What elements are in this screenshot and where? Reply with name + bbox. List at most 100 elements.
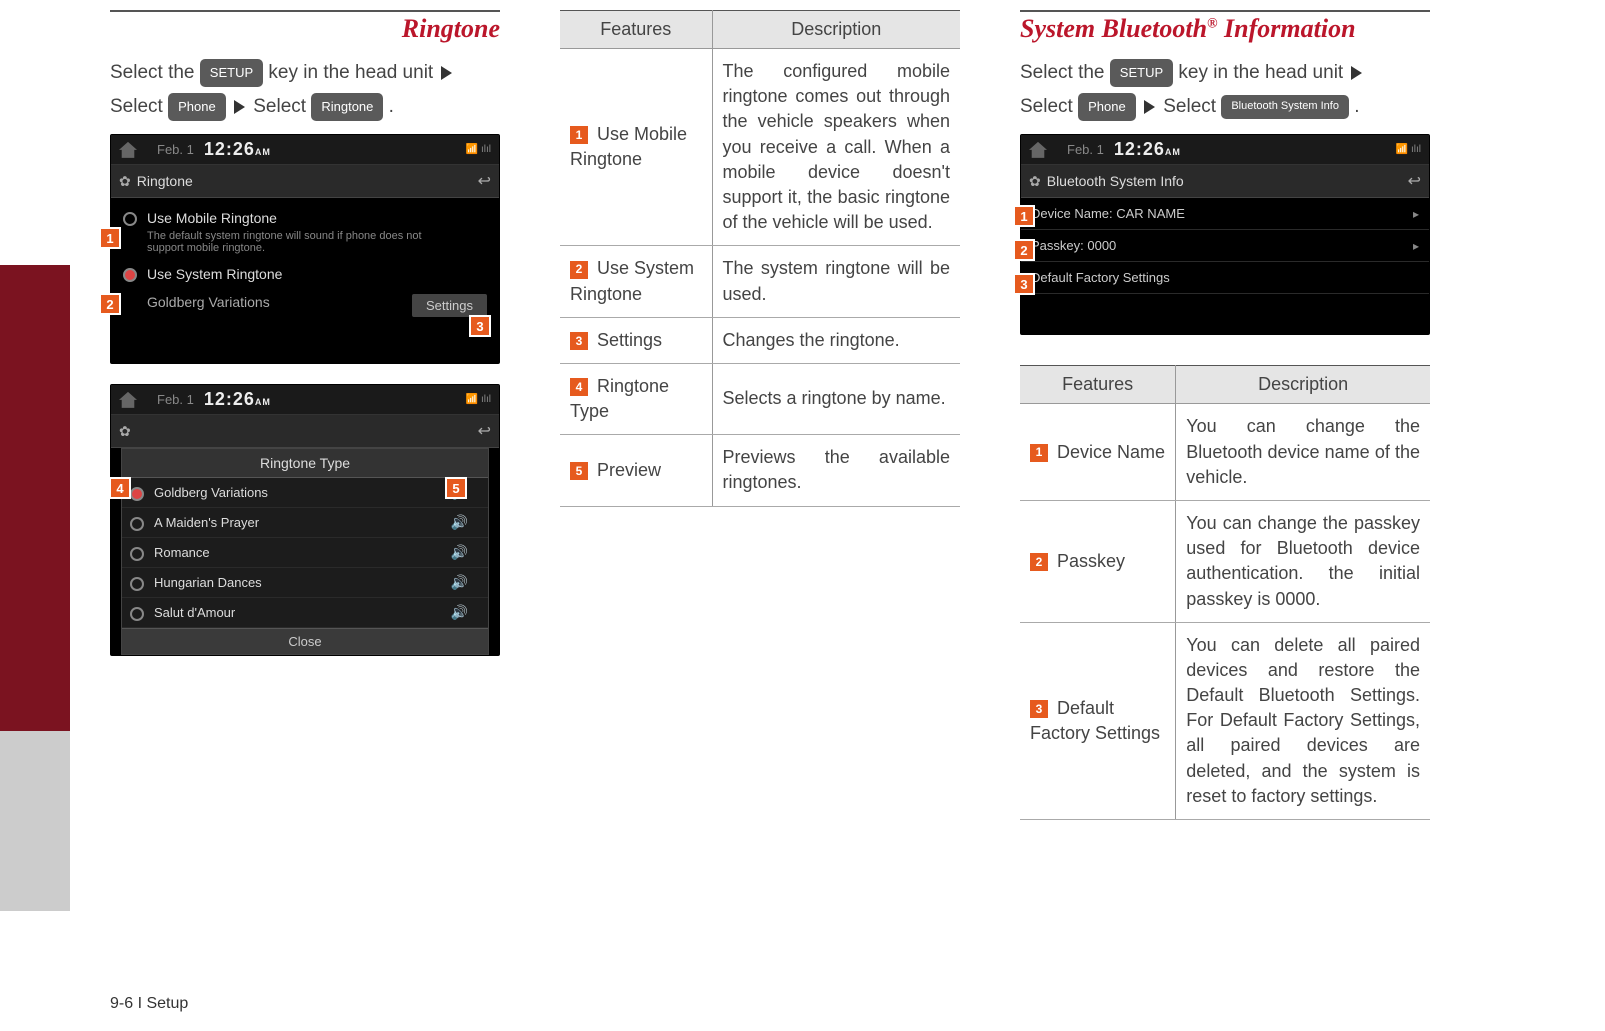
radio-icon <box>130 577 144 591</box>
settings-button[interactable]: Settings <box>412 294 487 317</box>
table-row: 3 Settings Changes the ringtone. <box>560 317 960 363</box>
screenshot-bluetooth-system-info: Feb. 1 12:26AM 📶 ılıl ✿ Bluetooth System… <box>1020 134 1430 335</box>
option-use-mobile-ringtone[interactable]: Use Mobile Ringtone The default system r… <box>115 204 495 260</box>
row-num-icon: 1 <box>570 126 588 144</box>
table-row: 1 Use Mobile Ringtone The configured mob… <box>560 49 960 246</box>
section-header-bluetooth: System Bluetooth® Information <box>1020 10 1430 44</box>
column-features-table: Features Description 1 Use Mobile Ringto… <box>560 10 960 1021</box>
callout-2: 2 <box>99 293 121 315</box>
table-row: 4 Ringtone Type Selects a ringtone by na… <box>560 363 960 434</box>
default-factory-settings-row[interactable]: Default Factory Settings <box>1021 262 1429 294</box>
table-row: 5 Preview Previews the available rington… <box>560 435 960 506</box>
callout-5: 5 <box>445 477 467 499</box>
list-item[interactable]: Salut d'Amour 🔊 <box>122 598 488 628</box>
callout-3: 3 <box>1013 273 1035 295</box>
callout-3: 3 <box>469 315 491 337</box>
instruction-text: Select the SETUP key in the head unit Se… <box>1020 56 1430 124</box>
chevron-right-icon: ▸ <box>1413 239 1419 253</box>
status-time: 12:26AM <box>204 139 271 160</box>
signal-icon: 📶 ılıl <box>1396 144 1421 155</box>
arrow-right-icon <box>234 100 245 114</box>
status-date: Feb. 1 <box>157 392 194 407</box>
home-icon[interactable] <box>119 142 137 158</box>
back-icon[interactable]: ↩ <box>478 171 491 191</box>
arrow-right-icon <box>441 66 452 80</box>
ringtone-list: Goldberg Variations 🔊 A Maiden's Prayer … <box>122 478 488 628</box>
list-item[interactable]: Hungarian Dances 🔊 <box>122 568 488 598</box>
th-description: Description <box>712 11 960 49</box>
th-features: Features <box>1020 366 1176 404</box>
bluetooth-features-table: Features Description 1 Device Name You c… <box>1020 365 1430 820</box>
phone-button: Phone <box>168 93 226 120</box>
radio-selected-icon <box>123 268 137 282</box>
ringtone-button: Ringtone <box>311 93 383 120</box>
page-footer: 9-6 I Setup <box>110 995 188 1013</box>
screenshot-ringtone-settings: Feb. 1 12:26AM 📶 ılıl ✿ Ringtone ↩ Use M… <box>110 134 500 364</box>
callout-4: 4 <box>109 477 131 499</box>
callout-1: 1 <box>1013 205 1035 227</box>
list-item[interactable]: Romance 🔊 <box>122 538 488 568</box>
chevron-right-icon: ▸ <box>1413 207 1419 221</box>
section-header-ringtone: Ringtone <box>110 10 500 44</box>
status-time: 12:26AM <box>1114 139 1181 160</box>
section-title: Ringtone <box>110 14 500 44</box>
th-description: Description <box>1176 366 1430 404</box>
option-use-system-ringtone[interactable]: Use System Ringtone <box>115 260 495 288</box>
speaker-icon[interactable]: 🔊 <box>451 514 468 531</box>
instruction-text: Select the SETUP key in the head unit Se… <box>110 56 500 124</box>
device-name-row[interactable]: Device Name: CAR NAME▸ <box>1021 198 1429 230</box>
row-num-icon: 1 <box>1030 444 1048 462</box>
close-button[interactable]: Close <box>122 628 488 654</box>
row-num-icon: 4 <box>570 378 588 396</box>
row-num-icon: 3 <box>1030 700 1048 718</box>
phone-button: Phone <box>1078 93 1136 120</box>
back-icon[interactable]: ↩ <box>478 421 491 441</box>
status-date: Feb. 1 <box>1067 142 1104 157</box>
callout-1: 1 <box>99 227 121 249</box>
table-row: 3 Default Factory Settings You can delet… <box>1020 622 1430 819</box>
gear-icon: ✿ <box>1029 173 1041 190</box>
page-left-margin <box>0 0 70 1031</box>
radio-icon <box>130 517 144 531</box>
ringtone-features-table: Features Description 1 Use Mobile Ringto… <box>560 10 960 507</box>
callout-2: 2 <box>1013 239 1035 261</box>
signal-icon: 📶 ılıl <box>466 394 491 405</box>
home-icon[interactable] <box>1029 142 1047 158</box>
speaker-icon[interactable]: 🔊 <box>451 544 468 561</box>
bluetooth-system-info-button: Bluetooth System Info <box>1221 95 1349 119</box>
radio-icon <box>130 607 144 621</box>
list-item[interactable]: Goldberg Variations 🔊 <box>122 478 488 508</box>
row-num-icon: 5 <box>570 462 588 480</box>
radio-selected-icon <box>130 487 144 501</box>
list-item[interactable]: A Maiden's Prayer 🔊 <box>122 508 488 538</box>
th-features: Features <box>560 11 712 49</box>
screen-title: Bluetooth System Info <box>1047 173 1184 189</box>
row-num-icon: 2 <box>1030 553 1048 571</box>
setup-key-button: SETUP <box>200 59 263 86</box>
signal-icon: 📶 ılıl <box>466 144 491 155</box>
table-row: 2 Passkey You can change the passkey use… <box>1020 500 1430 622</box>
column-bluetooth-info: System Bluetooth® Information Select the… <box>1020 10 1430 1021</box>
table-row: 2 Use System Ringtone The system rington… <box>560 246 960 317</box>
setup-key-button: SETUP <box>1110 59 1173 86</box>
speaker-icon[interactable]: 🔊 <box>451 604 468 621</box>
gear-icon: ✿ <box>119 173 131 190</box>
speaker-icon[interactable]: 🔊 <box>451 574 468 591</box>
arrow-right-icon <box>1351 66 1362 80</box>
radio-icon <box>123 212 137 226</box>
section-title: System Bluetooth® Information <box>1020 14 1430 44</box>
arrow-right-icon <box>1144 100 1155 114</box>
passkey-row[interactable]: Passkey: 0000▸ <box>1021 230 1429 262</box>
screenshot-ringtone-type: Feb. 1 12:26AM 📶 ılıl ✿ ↩ Ringtone Type … <box>110 384 500 656</box>
table-row: 1 Device Name You can change the Bluetoo… <box>1020 404 1430 501</box>
row-num-icon: 2 <box>570 261 588 279</box>
gear-icon: ✿ <box>119 423 131 440</box>
home-icon[interactable] <box>119 392 137 408</box>
status-time: 12:26AM <box>204 389 271 410</box>
back-icon[interactable]: ↩ <box>1408 171 1421 191</box>
screen-title: Ringtone <box>137 173 193 189</box>
column-ringtone: Ringtone Select the SETUP key in the hea… <box>110 10 500 1021</box>
current-ringtone-name: Goldberg Variations <box>147 294 270 310</box>
row-num-icon: 3 <box>570 332 588 350</box>
radio-icon <box>130 547 144 561</box>
